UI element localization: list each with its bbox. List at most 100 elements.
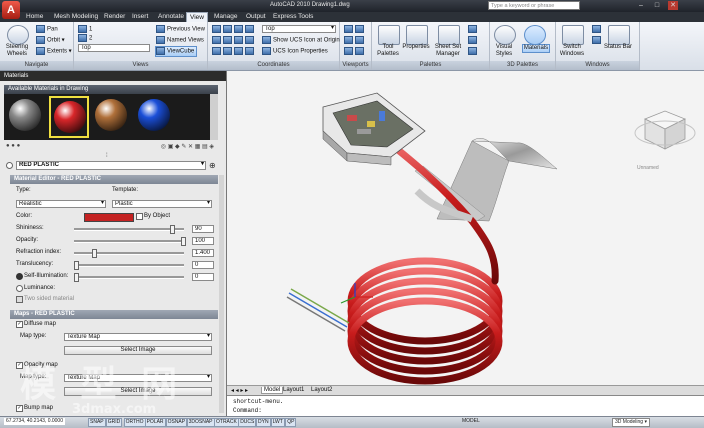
orbit-button[interactable]: Orbit ▾ (36, 36, 65, 45)
diffuse-color-swatch[interactable] (84, 213, 134, 222)
materials-button[interactable]: Materials (522, 44, 550, 53)
ucs-tools-row1[interactable] (212, 25, 256, 34)
ucs-named-select[interactable]: Top (262, 25, 336, 33)
opacity-slider[interactable] (74, 240, 184, 243)
viewport-restore-button[interactable] (344, 47, 366, 56)
drawing-viewport[interactable]: Unnamed (227, 71, 704, 385)
diffuse-select-image-button[interactable]: Select Image (64, 346, 212, 355)
status-toggle-snap[interactable]: SNAP (88, 418, 106, 427)
model-space-button[interactable]: MODEL (462, 418, 480, 425)
palettes-extra-1[interactable] (468, 25, 479, 34)
self-illumination-field[interactable]: 0 (192, 273, 214, 281)
workspace-switch[interactable]: 3D Modeling ▾ (612, 418, 650, 427)
material-tools-icons[interactable]: ◎ ▣ ◆ ✎ ✕ ▦ ▤ ◈ (161, 143, 214, 150)
viewcube-label[interactable]: Unnamed (637, 165, 659, 171)
status-toggle-osnap[interactable]: OSNAP (165, 418, 188, 427)
view-2-button[interactable]: 2 (78, 34, 92, 43)
tab-annotate[interactable]: Annotate (155, 12, 187, 22)
tab-mesh-modeling[interactable]: Mesh Modeling (51, 12, 101, 22)
view-1-button[interactable]: 1 (78, 25, 92, 34)
type-select[interactable]: Realistic (16, 200, 106, 208)
minimize-icon[interactable]: – (636, 1, 646, 10)
self-illumination-thumb[interactable] (74, 273, 79, 282)
tab-express-tools[interactable]: Express Tools (270, 12, 316, 22)
material-swatch[interactable] (6, 96, 46, 138)
tool-palettes-icon[interactable] (378, 25, 400, 45)
switch-windows-button[interactable]: Switch Windows (556, 44, 588, 58)
steering-wheels-label[interactable]: Steering Wheels (2, 44, 32, 58)
coordinate-readout[interactable]: 67.2734, 40.2143, 0.0000 (4, 418, 65, 425)
refraction-field[interactable]: 1.400 (192, 249, 214, 257)
collapse-handle[interactable]: ⁞ (106, 153, 108, 159)
status-toggle-dyn[interactable]: DYN (256, 418, 271, 427)
by-object-checkbox[interactable] (136, 213, 143, 220)
shininess-thumb[interactable] (170, 225, 176, 234)
viewport-config-button[interactable] (344, 25, 366, 34)
status-toggle-qp[interactable]: QP (285, 418, 297, 427)
material-swatch[interactable] (92, 96, 132, 138)
self-illumination-slider[interactable] (74, 276, 184, 279)
maximize-icon[interactable]: □ (652, 1, 662, 10)
status-toggle-otrack[interactable]: OTRACK (214, 418, 239, 427)
tab-output[interactable]: Output (243, 12, 269, 22)
search-input[interactable]: Type a keyword or phrase (488, 1, 580, 10)
template-select[interactable]: Plastic (112, 200, 212, 208)
display-mode-icon[interactable]: ● ● ● (6, 143, 20, 149)
sheet-set-manager-button[interactable]: Sheet Set Manager (432, 44, 464, 58)
status-toggle-grid[interactable]: GRID (105, 418, 123, 427)
two-sided-checkbox[interactable] (16, 296, 23, 303)
shininess-field[interactable]: 90 (192, 225, 214, 233)
viewport-join-button[interactable] (344, 36, 366, 45)
named-views-button[interactable]: Named Views (156, 36, 204, 45)
status-bar-button[interactable]: Status Bar (604, 44, 632, 51)
palettes-extra-3[interactable] (468, 47, 479, 56)
diffuse-map-type-select[interactable]: Texture Map (64, 333, 212, 341)
current-material-select[interactable]: RED PLASTIC (16, 161, 206, 170)
layout-nav-arrows[interactable]: ◂ ◂ ▸ ▸ (231, 387, 248, 394)
translucency-thumb[interactable] (74, 261, 79, 270)
viewcube-toggle[interactable]: ViewCube (155, 46, 198, 57)
switch-windows-icon[interactable] (562, 25, 584, 45)
visual-styles-icon[interactable] (494, 25, 516, 45)
properties-button[interactable]: Properties (400, 44, 432, 51)
luminance-radio[interactable] (16, 285, 23, 292)
opacity-thumb[interactable] (181, 237, 186, 246)
previous-view-button[interactable]: Previous View (156, 25, 205, 34)
visual-styles-button[interactable]: Visual Styles (490, 44, 518, 58)
shininess-slider[interactable] (74, 228, 184, 231)
steering-wheel-icon[interactable] (7, 25, 29, 45)
status-toggle-ortho[interactable]: ORTHO (123, 418, 146, 427)
swatch-scrollbar[interactable] (210, 94, 218, 140)
refraction-slider[interactable] (74, 252, 184, 255)
properties-icon[interactable] (406, 25, 428, 45)
tab-manage[interactable]: Manage (211, 12, 241, 22)
windows-extra-2[interactable] (592, 36, 603, 45)
tab-model[interactable]: Model (261, 387, 284, 394)
tab-render[interactable]: Render (101, 12, 128, 22)
palette-scrollbar[interactable] (219, 175, 224, 413)
material-swatch[interactable] (49, 96, 89, 138)
status-toggle-3dosnap[interactable]: 3DOSNAP (186, 418, 215, 427)
tab-layout1[interactable]: Layout1 (283, 387, 304, 393)
tab-insert[interactable]: Insert (129, 12, 151, 22)
create-material-icon[interactable]: ⊕ (209, 161, 216, 170)
self-illumination-radio[interactable] (16, 273, 23, 280)
translucency-field[interactable]: 0 (192, 261, 214, 269)
command-line[interactable]: shortcut-menu. Command: (227, 395, 704, 417)
tab-layout2[interactable]: Layout2 (311, 387, 332, 393)
viewcube[interactable] (634, 110, 696, 150)
diffuse-map-checkbox[interactable]: ✓ (16, 321, 23, 328)
status-toggle-lwt[interactable]: LWT (270, 418, 285, 427)
sheet-set-manager-icon[interactable] (438, 25, 460, 45)
status-toggle-polar[interactable]: POLAR (144, 418, 166, 427)
tool-palettes-button[interactable]: Tool Palettes (373, 44, 403, 58)
close-icon[interactable]: ✕ (668, 1, 678, 10)
refraction-thumb[interactable] (92, 249, 97, 258)
ucs-icon-properties-button[interactable]: UCS Icon Properties (262, 47, 328, 56)
material-swatch[interactable] (135, 96, 175, 138)
windows-extra-1[interactable] (592, 25, 603, 34)
translucency-slider[interactable] (74, 264, 184, 267)
ucs-tools-row2[interactable] (212, 36, 256, 45)
command-prompt[interactable]: Command: (233, 407, 262, 414)
extents-button[interactable]: Extents ▾ (36, 47, 72, 56)
